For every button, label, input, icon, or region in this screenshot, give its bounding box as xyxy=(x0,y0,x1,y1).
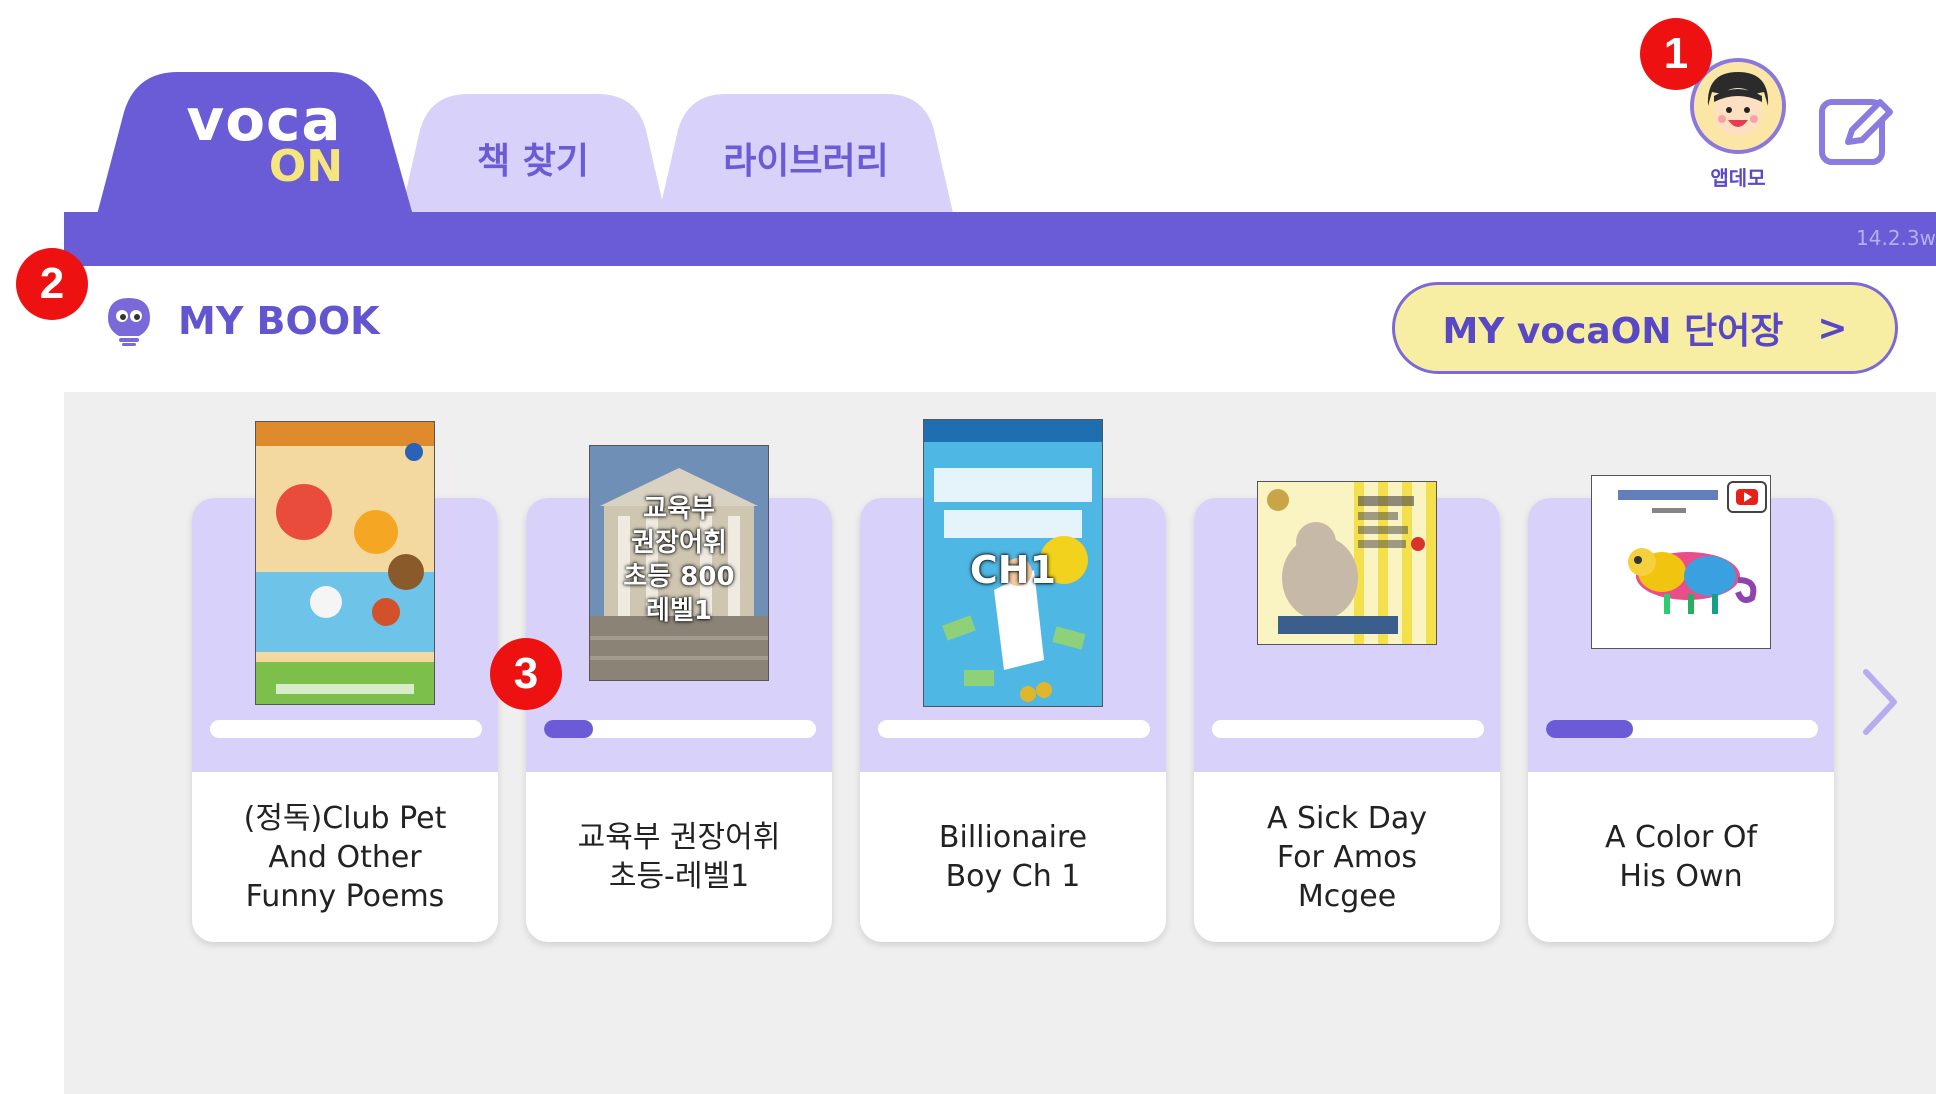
avatar-face-icon xyxy=(1694,62,1782,150)
progress-fill xyxy=(544,720,593,738)
chevron-right-icon xyxy=(1863,669,1897,735)
text-lines: 교육부권장어휘초등 800 레벨1 xyxy=(590,492,768,628)
text-lines: (정독)Club Pet And Other Funny Poems xyxy=(244,799,447,916)
text-lines: A Color Of His Own xyxy=(1605,818,1757,896)
progress-bar xyxy=(544,720,816,738)
text-line: A Color Of xyxy=(1604,820,1758,855)
cover-illustration-chameleon xyxy=(1592,476,1770,648)
annotation-marker-2: 2 xyxy=(16,248,88,320)
cover-illustration-elephant xyxy=(1258,482,1436,644)
annotation-marker-3: 3 xyxy=(490,638,562,710)
progress-bar xyxy=(210,720,482,738)
my-vocabulary-button[interactable]: MY vocaON 단어장 > xyxy=(1392,282,1898,374)
text-lines: A Sick Day For Amos Mcgee xyxy=(1267,799,1427,916)
book-title: A Sick Day For Amos Mcgee xyxy=(1204,772,1490,942)
text-line: Funny Poems xyxy=(245,878,445,914)
vocab-button-label: MY vocaON 단어장 xyxy=(1442,311,1784,352)
text-lines: Billionaire Boy Ch 1 xyxy=(939,818,1087,896)
text-line: His Own xyxy=(1619,859,1743,894)
text-line: Boy Ch 1 xyxy=(945,859,1081,894)
progress-bar xyxy=(1212,720,1484,738)
progress-fill xyxy=(1546,720,1634,738)
text-line: 교육부 권장어휘 xyxy=(577,820,781,855)
annotation-marker-1: 1 xyxy=(1640,18,1712,90)
tab-book-search[interactable]: 책 찾기 xyxy=(398,90,668,226)
text-line: (정독)Club Pet xyxy=(243,800,447,836)
text-line: 권장어휘 xyxy=(631,528,727,558)
book-cover-sick-day[interactable] xyxy=(1258,482,1436,644)
tab-home-logo[interactable]: voca ON xyxy=(94,68,434,226)
book-title: Billionaire Boy Ch 1 xyxy=(870,772,1156,942)
text-line: 레벨1 xyxy=(646,596,712,626)
tab-library[interactable]: 라이브러리 xyxy=(656,90,956,226)
book-cover-club-pet[interactable] xyxy=(256,422,434,704)
text-line: 교육부 xyxy=(643,494,715,524)
text-line: For Amos xyxy=(1276,839,1418,875)
logo-on-text: ON xyxy=(268,141,344,192)
book-cover-ministry-vocab[interactable]: 교육부권장어휘초등 800 레벨1 xyxy=(590,446,768,680)
cover-overlay-text: 교육부권장어휘초등 800 레벨1 xyxy=(590,492,768,628)
lightbulb-face-icon xyxy=(108,298,150,346)
cover-overlay-text: CH1 xyxy=(924,548,1102,592)
next-page-button[interactable] xyxy=(1856,664,1904,740)
text-line: Mcgee xyxy=(1297,878,1397,914)
chevron-right-icon: > xyxy=(1817,307,1848,349)
progress-bar xyxy=(1546,720,1818,738)
text-line: 초등 800 xyxy=(623,562,735,592)
book-cover-color-of-his-own[interactable] xyxy=(1592,476,1770,648)
text-lines: 교육부 권장어휘초등-레벨1 xyxy=(578,818,781,896)
cover-illustration-club-pet xyxy=(256,422,434,704)
text-lines: CH1 xyxy=(924,548,1102,592)
progress-bar xyxy=(878,720,1150,738)
book-cover-billionaire-boy[interactable]: CH1 xyxy=(924,420,1102,706)
edit-button[interactable] xyxy=(1818,92,1894,168)
profile-button[interactable]: 앱데모 xyxy=(1688,58,1788,191)
text-line: A Sick Day xyxy=(1266,800,1428,836)
profile-name: 앱데모 xyxy=(1710,166,1766,190)
text-line: Billionaire xyxy=(938,820,1088,855)
book-title: 교육부 권장어휘초등-레벨1 xyxy=(536,772,822,942)
edit-pencil-icon xyxy=(1819,99,1893,165)
book-title: (정독)Club Pet And Other Funny Poems xyxy=(202,772,488,942)
mybook-title: MY BOOK xyxy=(178,299,380,343)
text-line: And Other xyxy=(268,839,422,875)
mybook-header: MY BOOK xyxy=(106,296,380,346)
version-label: 14.2.3w xyxy=(1856,226,1936,250)
book-title: A Color Of His Own xyxy=(1538,772,1824,942)
vocaon-logo: voca ON xyxy=(185,91,343,189)
tab-library-label: 라이브러리 xyxy=(723,141,889,182)
tab-search-label: 책 찾기 xyxy=(477,141,589,182)
text-line: CH1 xyxy=(969,548,1057,592)
header-bar: 14.2.3w xyxy=(64,212,1936,266)
text-line: 초등-레벨1 xyxy=(608,859,750,894)
